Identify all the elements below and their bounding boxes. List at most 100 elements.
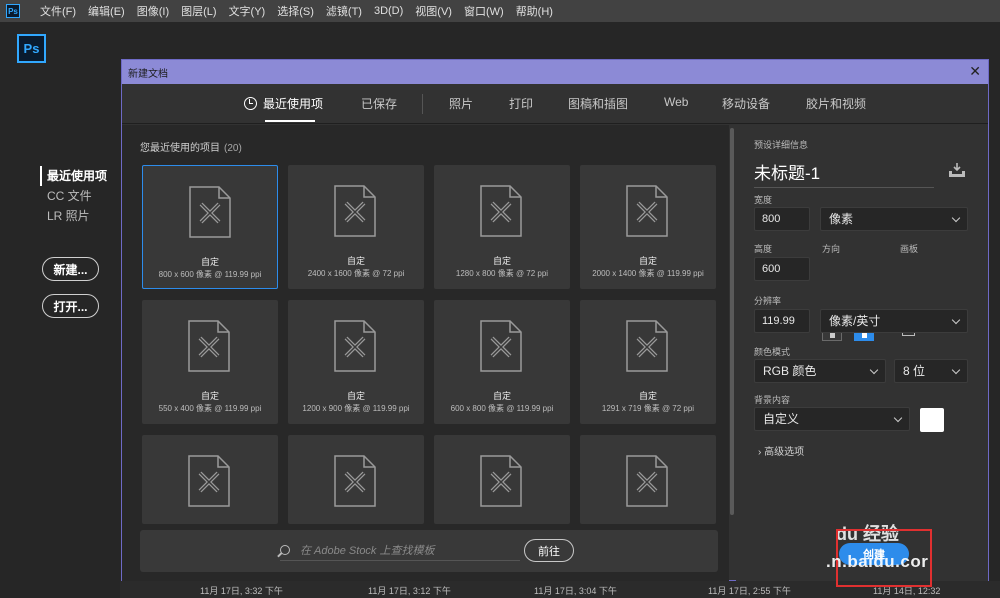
preset-card-name: 自定 (346, 391, 365, 401)
nav-lr-photos[interactable]: LR 照片 (40, 206, 107, 226)
document-icon (626, 455, 668, 507)
tab-divider (422, 94, 423, 114)
photoshop-app-icon: Ps (6, 4, 20, 18)
preset-card-info: 800 x 600 像素 @ 119.99 ppi (158, 270, 262, 279)
resolution-label: 分辨率 (754, 296, 782, 306)
resolution-input[interactable]: 119.99 (754, 309, 810, 333)
preset-card[interactable]: 自定 2000 x 1400 像素 @ 119.99 ppi (580, 165, 716, 289)
menu-3d[interactable]: 3D(D) (368, 5, 409, 17)
document-name-input[interactable]: 未标题-1 (754, 159, 934, 188)
photoshop-logo-icon: Ps (17, 34, 46, 63)
background-select[interactable]: 自定义 (754, 407, 910, 431)
height-label: 高度 (754, 244, 773, 254)
color-mode-select[interactable]: RGB 颜色 (754, 359, 886, 383)
preset-details-panel: 预设详细信息 未标题-1 宽度 800 像素 高度 方向 画板 600 分辨率 … (736, 125, 988, 581)
preset-card-name: 自定 (200, 391, 219, 401)
preset-card[interactable]: 自定 800 x 600 像素 @ 119.99 ppi (142, 165, 278, 289)
preset-card[interactable] (434, 435, 570, 524)
baidu-watermark-bottom: .n.baidu.cor (826, 552, 929, 571)
preset-card[interactable] (288, 435, 424, 524)
nav-recent[interactable]: 最近使用项 (40, 166, 107, 186)
preset-tabs: 最近使用项 已保存 照片 打印 图稿和插图 Web 移动设备 胶片和视频 (122, 84, 988, 124)
tab-mobile[interactable]: 移动设备 (722, 95, 770, 112)
preset-card[interactable]: 自定 1291 x 719 像素 @ 72 ppi (580, 300, 716, 424)
close-icon[interactable]: ✕ (969, 63, 981, 80)
preset-card-info: 550 x 400 像素 @ 119.99 ppi (158, 404, 262, 413)
chevron-down-icon (951, 365, 961, 375)
document-icon (626, 185, 668, 237)
menu-edit[interactable]: 编辑(E) (82, 3, 131, 19)
advanced-options-label: 高级选项 (764, 447, 805, 458)
document-icon (334, 455, 376, 507)
recent-presets-panel: 您最近使用的项目 (20) 自定 800 x 600 像素 @ 119.99 ppi… (122, 125, 729, 581)
resolution-unit-value: 像素/英寸 (829, 314, 881, 328)
stock-go-button[interactable]: 前往 (524, 539, 574, 562)
tab-film-video[interactable]: 胶片和视频 (806, 95, 866, 112)
home-nav: 最近使用项 CC 文件 LR 照片 (40, 166, 107, 226)
preset-card[interactable] (580, 435, 716, 524)
tab-web[interactable]: Web (664, 95, 688, 109)
width-unit-value: 像素 (829, 212, 854, 226)
recent-date: 11月 17日, 3:04 下午 (534, 586, 617, 596)
document-icon (189, 186, 231, 238)
tab-print[interactable]: 打印 (509, 95, 533, 112)
menu-file[interactable]: 文件(F) (34, 3, 82, 19)
width-label: 宽度 (754, 195, 773, 205)
tab-recent[interactable]: 最近使用项 (244, 95, 323, 112)
resolution-unit-select[interactable]: 像素/英寸 (820, 309, 968, 333)
preset-card[interactable]: 自定 550 x 400 像素 @ 119.99 ppi (142, 300, 278, 424)
chevron-down-icon (951, 213, 961, 223)
menu-type[interactable]: 文字(Y) (223, 3, 272, 19)
preset-card[interactable]: 自定 2400 x 1600 像素 @ 72 ppi (288, 165, 424, 289)
tab-recent-label: 最近使用项 (263, 97, 324, 111)
menu-window[interactable]: 窗口(W) (458, 3, 510, 19)
preset-card[interactable]: 自定 1280 x 800 像素 @ 72 ppi (434, 165, 570, 289)
advanced-options-toggle[interactable]: › 高级选项 (758, 443, 804, 458)
new-document-dialog: 新建文档 ✕ 最近使用项 已保存 照片 打印 图稿和插图 Web 移动设备 胶片… (121, 59, 989, 581)
tab-art-illustration[interactable]: 图稿和插图 (568, 95, 628, 112)
document-icon (188, 455, 230, 507)
menu-help[interactable]: 帮助(H) (510, 3, 559, 19)
preset-card-name: 自定 (346, 256, 365, 266)
width-input[interactable]: 800 (754, 207, 810, 231)
document-icon (334, 320, 376, 372)
stock-search-input[interactable]: 在 Adobe Stock 上查找模板 (280, 543, 520, 561)
nav-cc-files[interactable]: CC 文件 (40, 186, 107, 206)
background-color-swatch[interactable] (920, 408, 944, 432)
preset-card-name: 自定 (638, 391, 657, 401)
bit-depth-value: 8 位 (903, 364, 926, 378)
preset-card[interactable]: 自定 1200 x 900 像素 @ 119.99 ppi (288, 300, 424, 424)
preset-card-info: 2400 x 1600 像素 @ 72 ppi (307, 269, 405, 278)
menu-layer[interactable]: 图层(L) (175, 3, 222, 19)
open-button[interactable]: 打开... (42, 294, 99, 318)
menu-image[interactable]: 图像(I) (131, 3, 175, 19)
save-preset-icon[interactable] (948, 163, 966, 177)
dialog-title: 新建文档 (128, 68, 168, 80)
document-icon (626, 320, 668, 372)
menu-view[interactable]: 视图(V) (409, 3, 458, 19)
tab-photo[interactable]: 照片 (449, 95, 473, 112)
color-mode-value: RGB 颜色 (763, 364, 817, 378)
preset-card-name: 自定 (492, 391, 511, 401)
preset-details-label: 预设详细信息 (754, 140, 809, 150)
new-button[interactable]: 新建... (42, 257, 99, 281)
chevron-right-icon: › (758, 447, 762, 458)
preset-card[interactable] (142, 435, 278, 524)
menu-select[interactable]: 选择(S) (271, 3, 320, 19)
tab-saved[interactable]: 已保存 (361, 95, 397, 112)
chevron-down-icon (893, 413, 903, 423)
preset-card-name: 自定 (492, 256, 511, 266)
preset-card-info: 1280 x 800 像素 @ 72 ppi (455, 269, 549, 278)
artboard-label: 画板 (900, 244, 919, 254)
recent-count: (20) (224, 143, 242, 154)
grid-scrollbar[interactable] (730, 128, 734, 515)
preset-card-name: 自定 (200, 257, 219, 267)
width-unit-select[interactable]: 像素 (820, 207, 968, 231)
menu-bar: Ps 文件(F) 编辑(E) 图像(I) 图层(L) 文字(Y) 选择(S) 滤… (0, 0, 1000, 22)
preset-card[interactable]: 自定 600 x 800 像素 @ 119.99 ppi (434, 300, 570, 424)
height-input[interactable]: 600 (754, 257, 810, 281)
bit-depth-select[interactable]: 8 位 (894, 359, 968, 383)
orientation-label: 方向 (822, 244, 841, 254)
stock-search-placeholder: 在 Adobe Stock 上查找模板 (300, 545, 435, 557)
menu-filter[interactable]: 滤镜(T) (320, 3, 368, 19)
